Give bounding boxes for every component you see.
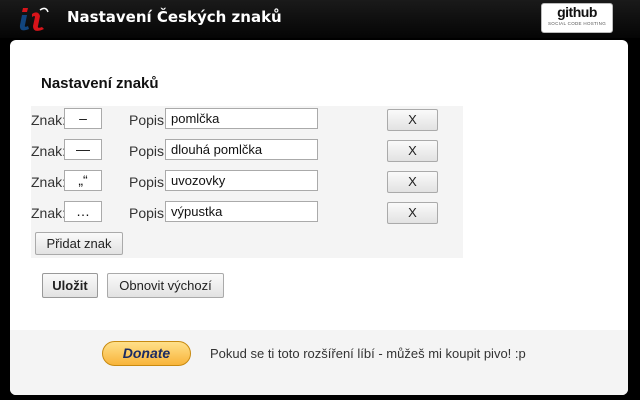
char-rows-box: Znak: – Popis: pomlčka X Znak: — Popis: … <box>31 106 463 258</box>
reset-defaults-button[interactable]: Obnovit výchozí <box>107 273 224 298</box>
app-header: Nastavení Českých znaků github SOCIAL CO… <box>0 0 640 38</box>
desc-label: Popis: <box>129 174 168 190</box>
char-row: Znak: — Popis: dlouhá pomlčka X <box>31 137 463 165</box>
char-input[interactable]: — <box>64 139 102 160</box>
github-word: github <box>557 4 597 20</box>
donate-button[interactable]: Donate <box>102 341 191 366</box>
char-row: Znak: „“ Popis: uvozovky X <box>31 168 463 196</box>
desc-label: Popis: <box>129 143 168 159</box>
donate-message: Pokud se ti toto rozšíření líbí - můžeš … <box>210 346 526 361</box>
czech-i-logo-icon <box>19 7 49 31</box>
save-button[interactable]: Uložit <box>42 273 98 298</box>
section-title: Nastavení znaků <box>41 75 159 92</box>
char-label: Znak: <box>31 143 67 159</box>
char-input[interactable]: „“ <box>64 170 102 191</box>
delete-row-button[interactable]: X <box>387 202 438 224</box>
donate-footer: Donate Pokud se ti toto rozšíření líbí -… <box>10 330 628 395</box>
desc-input[interactable]: pomlčka <box>165 108 318 129</box>
delete-row-button[interactable]: X <box>387 109 438 131</box>
desc-label: Popis: <box>129 205 168 221</box>
char-label: Znak: <box>31 205 67 221</box>
char-input[interactable]: … <box>64 201 102 222</box>
char-input[interactable]: – <box>64 108 102 129</box>
desc-input[interactable]: výpustka <box>165 201 318 222</box>
desc-input[interactable]: uvozovky <box>165 170 318 191</box>
char-label: Znak: <box>31 174 67 190</box>
github-badge-link[interactable]: github SOCIAL CODE HOSTING <box>541 3 613 33</box>
char-row: Znak: – Popis: pomlčka X <box>31 106 463 134</box>
delete-row-button[interactable]: X <box>387 140 438 162</box>
settings-panel: Nastavení znaků Znak: – Popis: pomlčka X… <box>10 40 628 395</box>
char-label: Znak: <box>31 112 67 128</box>
delete-row-button[interactable]: X <box>387 171 438 193</box>
app-title: Nastavení Českých znaků <box>67 8 282 26</box>
add-char-button[interactable]: Přidat znak <box>35 232 123 255</box>
desc-input[interactable]: dlouhá pomlčka <box>165 139 318 160</box>
desc-label: Popis: <box>129 112 168 128</box>
char-row: Znak: … Popis: výpustka X <box>31 199 463 227</box>
github-tagline: SOCIAL CODE HOSTING <box>547 21 607 26</box>
